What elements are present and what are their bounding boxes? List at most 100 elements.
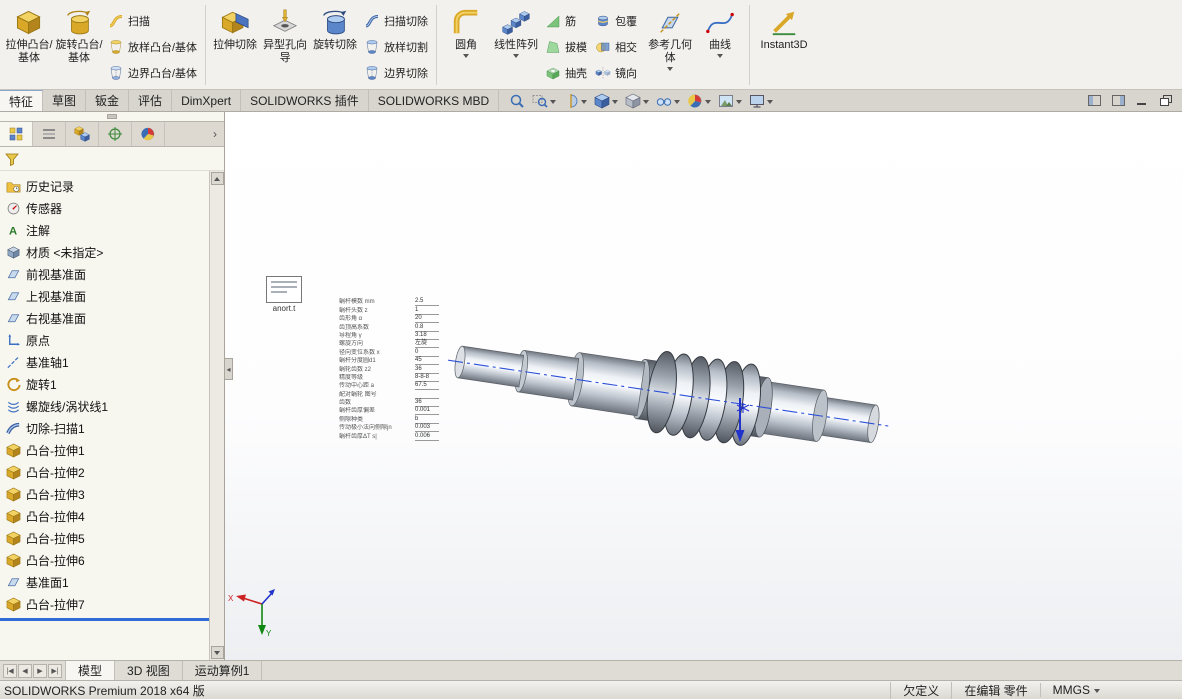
minimize-button[interactable]	[1134, 94, 1150, 108]
loft-cut-button[interactable]: 放样切割	[360, 34, 432, 60]
zoom-to-area-button[interactable]	[532, 93, 557, 109]
tree-item-front-plane[interactable]: 前视基准面	[0, 263, 209, 285]
draft-button[interactable]: 拔模	[541, 34, 591, 60]
section-view-button[interactable]	[563, 93, 588, 109]
tree-item-boss-extrude3[interactable]: 凸台-拉伸3	[0, 483, 209, 505]
apply-scene-button[interactable]	[718, 93, 743, 109]
tree-item-revolve1[interactable]: 旋转1	[0, 373, 209, 395]
dropdown-caret-icon[interactable]	[643, 99, 650, 104]
dropdown-caret-icon[interactable]	[674, 99, 681, 104]
linear-pattern-button[interactable]: 线性阵列	[491, 1, 541, 58]
zoom-fit-button[interactable]	[509, 93, 525, 109]
tab-sheet-metal[interactable]: 钣金	[86, 90, 130, 111]
next-tab-button[interactable]: ▶	[33, 663, 47, 678]
3d-views-tab[interactable]: 3D 视图	[115, 661, 183, 680]
dropdown-caret-icon[interactable]	[612, 99, 619, 104]
instant3d-button[interactable]: Instant3D	[754, 1, 814, 52]
boundary-cut-button[interactable]: 边界切除	[360, 60, 432, 86]
worm-parameter-table[interactable]: 蜗杆模数 mm 2.5 蜗杆头数 z1 齿形角 α 20 齿顶高系数 0.8 导程角 …	[339, 298, 439, 441]
dropdown-caret-icon[interactable]	[581, 99, 588, 104]
panel-tab-overflow-button[interactable]: ›	[206, 122, 224, 146]
tree-item-boss-extrude1[interactable]: 凸台-拉伸1	[0, 439, 209, 461]
tree-item-history[interactable]: 历史记录	[0, 175, 209, 197]
edit-appearance-button[interactable]	[687, 93, 712, 109]
embedded-note-object[interactable]: anort.t	[263, 276, 305, 313]
scroll-down-button[interactable]	[210, 646, 224, 659]
display-style-button[interactable]	[625, 93, 650, 109]
tab-dimxpert[interactable]: DimXpert	[172, 90, 242, 111]
dropdown-caret-icon[interactable]	[705, 99, 712, 104]
propertymanager-tab[interactable]	[33, 122, 66, 146]
tree-item-boss-extrude5[interactable]: 凸台-拉伸5	[0, 527, 209, 549]
hole-wizard-button[interactable]: 异型孔向导	[260, 1, 310, 65]
shell-button[interactable]: 抽壳	[541, 60, 591, 86]
tab-mbd[interactable]: SOLIDWORKS MBD	[369, 90, 500, 111]
zoom-fit-icon	[509, 93, 525, 109]
panel-collapse-button[interactable]: ◂	[225, 358, 233, 380]
tree-item-axis1[interactable]: 基准轴1	[0, 351, 209, 373]
tree-item-plane1[interactable]: 基准面1	[0, 571, 209, 593]
curves-button[interactable]: 曲线	[695, 1, 745, 58]
first-tab-button[interactable]: |◀	[3, 663, 17, 678]
reference-geometry-button[interactable]: 参考几何体	[645, 1, 695, 71]
tree-item-top-plane[interactable]: 上视基准面	[0, 285, 209, 307]
restore-button[interactable]	[1158, 94, 1174, 108]
featuremanager-tree-tab[interactable]	[0, 122, 33, 146]
sweep-button[interactable]: 扫描	[104, 8, 201, 34]
configurationmanager-tab[interactable]	[66, 122, 99, 146]
last-tab-button[interactable]: ▶|	[48, 663, 62, 678]
dropdown-caret-icon[interactable]	[767, 99, 774, 104]
tree-item-boss-extrude7[interactable]: 凸台-拉伸7	[0, 593, 209, 615]
rib-button[interactable]: 筋	[541, 8, 591, 34]
tree-item-annotations[interactable]: 注解	[0, 219, 209, 241]
boundary-boss-button[interactable]: 边界凸台/基体	[104, 60, 201, 86]
dropdown-caret-icon[interactable]	[513, 54, 520, 58]
tree-item-boss-extrude2[interactable]: 凸台-拉伸2	[0, 461, 209, 483]
pane-left-button[interactable]	[1086, 94, 1102, 108]
sweep-cut-button[interactable]: 扫描切除	[360, 8, 432, 34]
tree-item-boss-extrude6[interactable]: 凸台-拉伸6	[0, 549, 209, 571]
tree-item-sensors[interactable]: 传感器	[0, 197, 209, 219]
tree-item-helix1[interactable]: 螺旋线/涡状线1	[0, 395, 209, 417]
displaymanager-tab[interactable]	[132, 122, 165, 146]
model-tab[interactable]: 模型	[66, 661, 116, 680]
prev-tab-button[interactable]: ◀	[18, 663, 32, 678]
revolve-boss-button[interactable]: 旋转凸台/基体	[54, 1, 104, 65]
panel-grip[interactable]	[0, 112, 224, 121]
tab-features[interactable]: 特征	[0, 90, 44, 111]
tree-item-cut-sweep1[interactable]: 切除-扫描1	[0, 417, 209, 439]
wrap-button[interactable]: 包覆	[591, 8, 641, 34]
dimxpertmanager-tab[interactable]	[99, 122, 132, 146]
graphics-viewport[interactable]: X Y anort.t 蜗杆模数 mm 2.5 蜗杆头数 z1 齿形角 α 20 齿…	[225, 112, 1182, 660]
dropdown-caret-icon[interactable]	[463, 54, 470, 58]
tree-item-material[interactable]: 材质 <未指定>	[0, 241, 209, 263]
hide-show-items-button[interactable]	[656, 93, 681, 109]
extrude-cut-button[interactable]: 拉伸切除	[210, 1, 260, 52]
intersect-button[interactable]: 相交	[591, 34, 641, 60]
extrude-boss-button[interactable]: 拉伸凸台/基体	[4, 1, 54, 65]
tree-scrollbar[interactable]	[209, 171, 224, 660]
tab-addins[interactable]: SOLIDWORKS 插件	[241, 90, 369, 111]
view-orientation-button[interactable]	[594, 93, 619, 109]
tree-item-boss-extrude4[interactable]: 凸台-拉伸4	[0, 505, 209, 527]
view-settings-button[interactable]	[749, 93, 774, 109]
motion-study-tab[interactable]: 运动算例1	[183, 661, 263, 680]
revolve-cut-button[interactable]: 旋转切除	[310, 1, 360, 52]
dropdown-caret-icon[interactable]	[550, 99, 557, 104]
units-selector[interactable]: MMGS	[1039, 683, 1112, 697]
curves-icon	[705, 7, 735, 37]
loft-boss-button[interactable]: 放样凸台/基体	[104, 34, 201, 60]
tree-filter-bar[interactable]	[0, 147, 224, 171]
mirror-button[interactable]: 镜向	[591, 60, 641, 86]
tab-sketch[interactable]: 草图	[43, 90, 87, 111]
dropdown-caret-icon[interactable]	[667, 67, 674, 71]
tree-item-right-plane[interactable]: 右视基准面	[0, 307, 209, 329]
dropdown-caret-icon[interactable]	[717, 54, 724, 58]
pane-right-button[interactable]	[1110, 94, 1126, 108]
dropdown-caret-icon[interactable]	[736, 99, 743, 104]
fillet-button[interactable]: 圆角	[441, 1, 491, 58]
tab-evaluate[interactable]: 评估	[129, 90, 173, 111]
rollback-bar[interactable]	[0, 618, 209, 621]
scroll-up-button[interactable]	[210, 172, 224, 185]
tree-item-origin[interactable]: 原点	[0, 329, 209, 351]
